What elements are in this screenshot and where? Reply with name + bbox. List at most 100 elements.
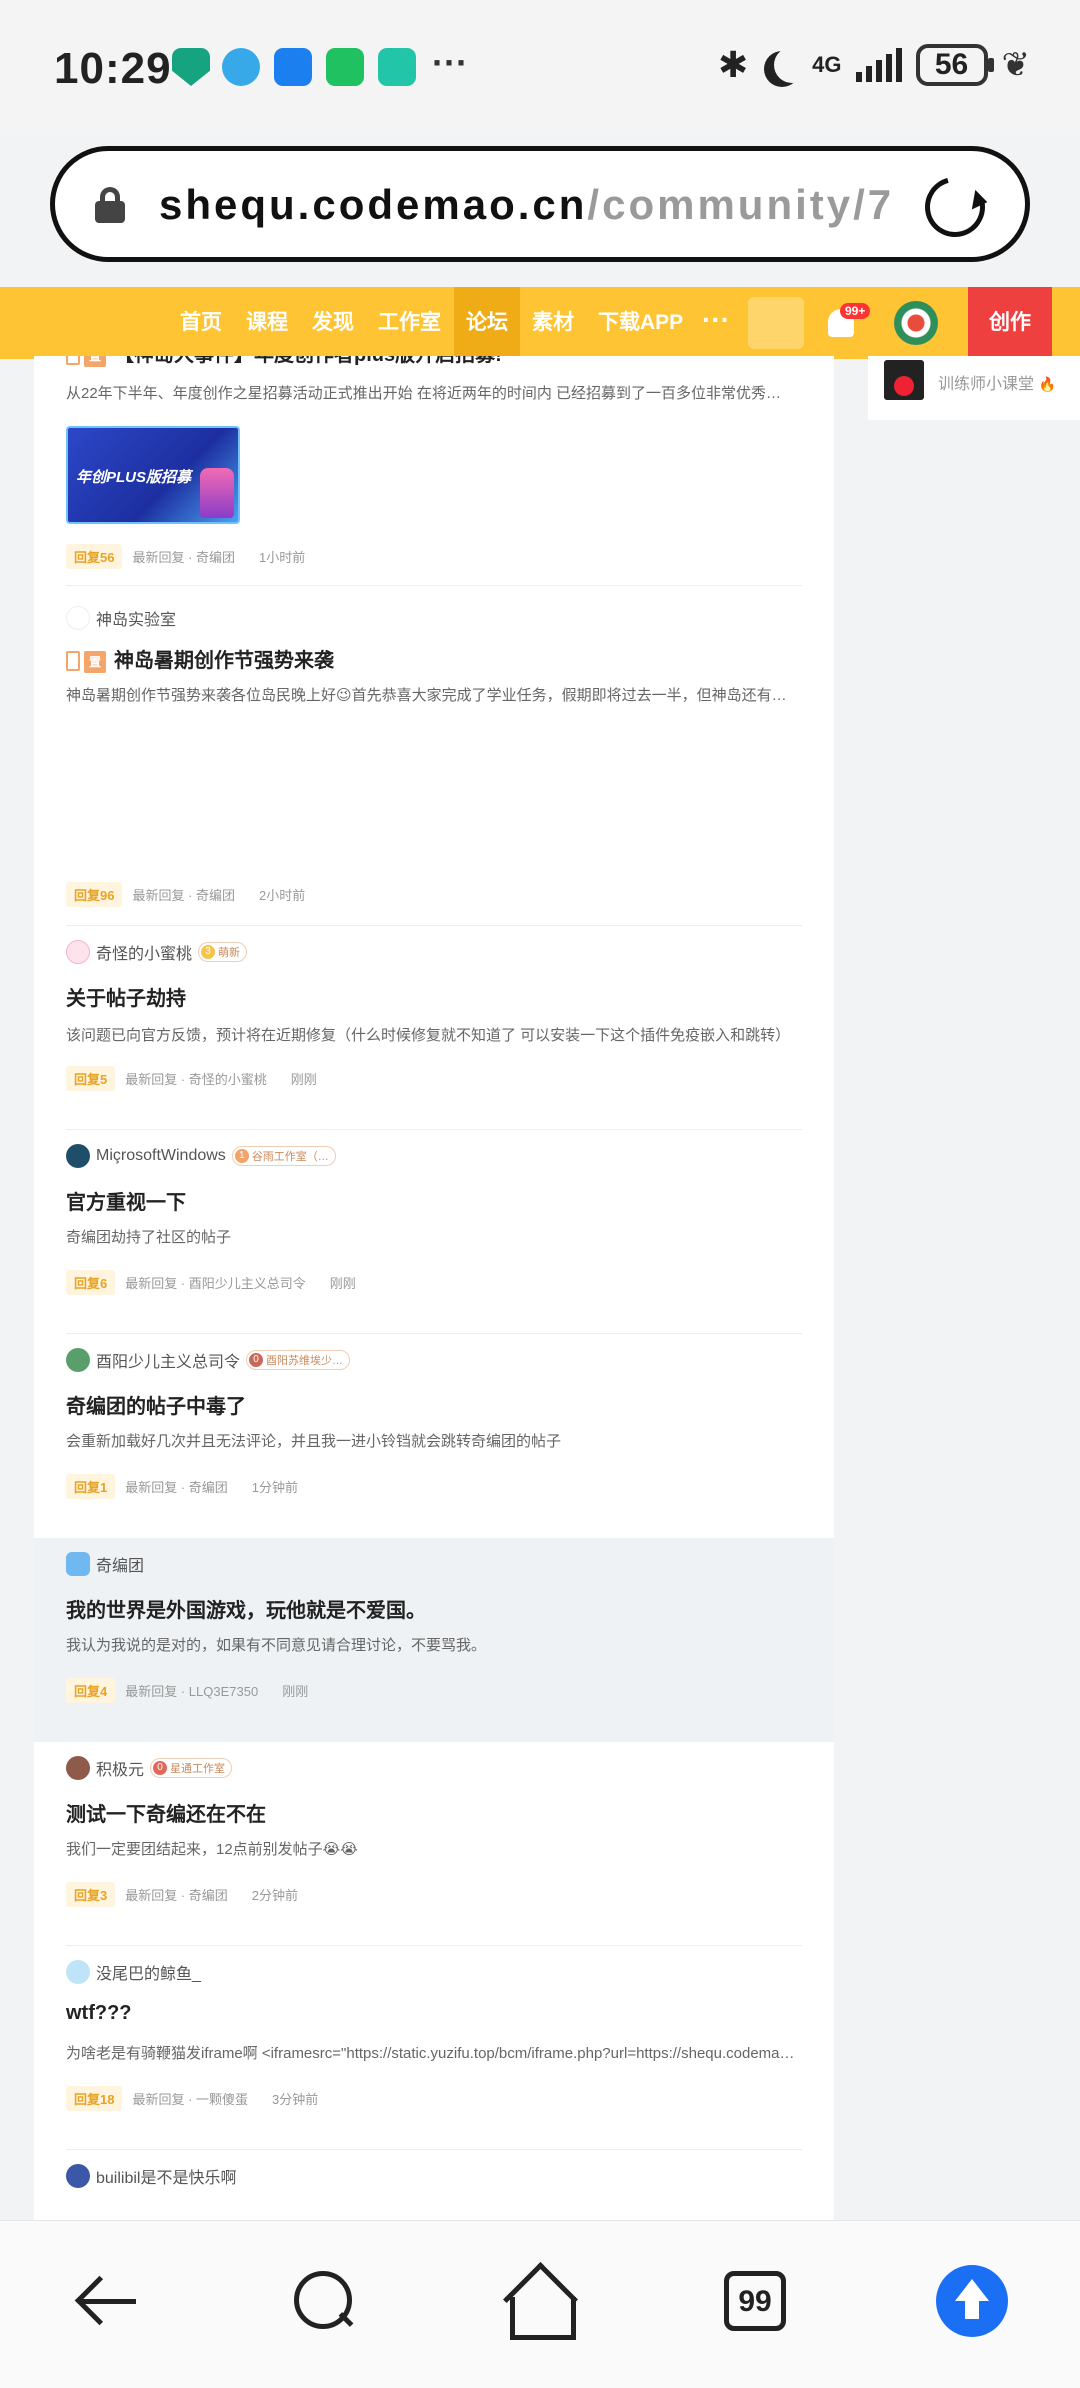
- nav-item-courses[interactable]: 课程: [246, 287, 288, 359]
- post-author[interactable]: 没尾巴的鲸鱼_: [66, 1960, 201, 1984]
- nav-item-home[interactable]: 首页: [180, 287, 222, 359]
- post-author[interactable]: 神岛实验室: [66, 606, 176, 630]
- nav-item-download-app[interactable]: 下载APP: [598, 287, 683, 359]
- post-feed: 置【神岛大事件】年度创作者plus版开启招募! 从22年下半年、年度创作之星招募…: [34, 356, 834, 2220]
- author-avatar: [66, 1552, 90, 1576]
- latest-reply: 最新回复 · 酉阳少儿主义总司令: [125, 1275, 306, 1291]
- post-item[interactable]: 酉阳少儿主义总司令 0 酉阳苏维埃少… 奇编团的帖子中毒了 会重新加载好几次并且无…: [34, 1334, 834, 1538]
- author-name: 奇编团: [96, 1558, 145, 1575]
- author-avatar: [66, 1756, 90, 1780]
- reply-count: 回复4: [66, 1677, 116, 1703]
- post-meta: 回复6 最新回复 · 酉阳少儿主义总司令 刚刚: [66, 1269, 356, 1295]
- music-app-icon: [222, 48, 260, 86]
- post-item[interactable]: 没尾巴的鲸鱼_ wtf??? 为啥老是有骑鞭猫发iframe啊 <iframes…: [34, 1946, 834, 2150]
- lock-icon[interactable]: [95, 187, 125, 223]
- post-item[interactable]: 置【神岛大事件】年度创作者plus版开启招募! 从22年下半年、年度创作之星招募…: [34, 356, 834, 586]
- nav-item-materials[interactable]: 素材: [532, 287, 574, 359]
- post-item[interactable]: 积极元 0 星通工作室 测试一下奇编还在不在 我们一定要团结起来，12点前别发帖子…: [34, 1742, 834, 1946]
- post-title[interactable]: 官方重视一下: [66, 1186, 186, 1215]
- post-spacer: [34, 790, 834, 926]
- tag-label: 谷雨工作室（…: [251, 1151, 329, 1163]
- side-label-text: 训练师小课堂: [938, 376, 1035, 393]
- nav-item-forum[interactable]: 论坛: [454, 287, 520, 359]
- post-title[interactable]: 置神岛暑期创作节强势来袭: [66, 644, 334, 673]
- tag-number: 3: [201, 945, 216, 959]
- post-time: 2分钟前: [251, 1887, 299, 1903]
- reply-count: 回复3: [66, 1881, 116, 1907]
- side-recommend-card[interactable]: 训练师小课堂 🔥: [868, 356, 1080, 420]
- do-not-disturb-icon: [774, 47, 810, 83]
- tag-number: 0: [153, 1761, 168, 1775]
- pinned-badge: 置: [84, 650, 106, 673]
- post-title[interactable]: 置【神岛大事件】年度创作者plus版开启招募!: [66, 356, 502, 367]
- flag-icon: [66, 356, 80, 365]
- post-author[interactable]: builibil是不是快乐啊: [66, 2164, 236, 2188]
- tag-number: 0: [249, 1353, 264, 1367]
- home-icon[interactable]: [500, 2261, 580, 2341]
- url-host: shequ.codemao.cn: [159, 181, 588, 228]
- reply-count: 回复56: [66, 543, 123, 569]
- post-item[interactable]: MiçrosoftWindows 1 谷雨工作室（… 官方重视一下 奇编团劫持了社…: [34, 1130, 834, 1334]
- author-name: 神岛实验室: [96, 612, 177, 629]
- post-excerpt: 该问题已向官方反馈，预计将在近期修复（什么时候修复就不知道了 可以安装一下这个插…: [66, 1027, 791, 1044]
- author-name: 积极元: [96, 1762, 145, 1779]
- create-button[interactable]: 创作: [968, 287, 1052, 359]
- latest-reply: 最新回复 · 奇编团: [132, 549, 236, 565]
- post-title[interactable]: wtf???: [66, 2002, 132, 2025]
- post-title[interactable]: 奇编团的帖子中毒了: [66, 1390, 246, 1419]
- post-time: 刚刚: [290, 1071, 317, 1087]
- nav-item-studio[interactable]: 工作室: [378, 287, 441, 359]
- latest-reply: 最新回复 · 奇编团: [125, 1887, 228, 1903]
- post-author[interactable]: 酉阳少儿主义总司令 0 酉阳苏维埃少…: [66, 1348, 351, 1372]
- power-saving-icon: ❦: [1001, 46, 1031, 84]
- url-path: /community/7: [587, 181, 895, 228]
- battery-icon: 56: [915, 44, 994, 86]
- site-nav: 首页 课程 发现 工作室 论坛 素材 下载APP ··· 99+ 创作: [0, 287, 1080, 359]
- network-type: 4G: [812, 52, 842, 77]
- post-author[interactable]: 积极元 0 星通工作室: [66, 1756, 233, 1780]
- side-label: 训练师小课堂 🔥: [938, 370, 1056, 394]
- author-avatar: [66, 1960, 90, 1984]
- side-thumbnail: [884, 360, 924, 400]
- back-icon[interactable]: [68, 2261, 148, 2341]
- url-text[interactable]: shequ.codemao.cn/community/7: [159, 181, 949, 229]
- browser-bottom-nav: 99: [0, 2220, 1080, 2388]
- post-title[interactable]: 我的世界是外国游戏，玩他就是不爱国。: [66, 1594, 426, 1623]
- more-notifications-icon: ···: [432, 42, 468, 83]
- post-author[interactable]: MiçrosoftWindows 1 谷雨工作室（…: [66, 1144, 336, 1168]
- user-avatar[interactable]: [894, 301, 938, 345]
- nav-more-icon[interactable]: ···: [702, 287, 730, 353]
- post-item[interactable]: builibil是不是快乐啊: [34, 2150, 834, 2220]
- post-time: 1分钟前: [251, 1479, 299, 1495]
- reload-icon[interactable]: [914, 166, 996, 248]
- post-author[interactable]: 奇编团: [66, 1552, 144, 1576]
- post-time: 刚刚: [329, 1275, 356, 1291]
- post-title[interactable]: 测试一下奇编还在不在: [66, 1798, 266, 1827]
- post-excerpt: 神岛暑期创作节强势来袭各位岛民晚上好😉首先恭喜大家完成了学业任务，假期即将过去一…: [66, 687, 796, 704]
- tabs-button[interactable]: 99: [716, 2261, 796, 2341]
- post-title[interactable]: 关于帖子劫持: [66, 982, 186, 1011]
- tabs-count: 99: [724, 2271, 786, 2331]
- post-time: 刚刚: [282, 1683, 309, 1699]
- post-item[interactable]: 神岛实验室 置神岛暑期创作节强势来袭 神岛暑期创作节强势来袭各位岛民晚上好😉首先…: [34, 586, 834, 907]
- wechat-app-icon: [326, 48, 364, 86]
- status-time: 10:29: [54, 44, 172, 93]
- address-bar[interactable]: shequ.codemao.cn/community/7: [50, 146, 1030, 262]
- search-icon[interactable]: [286, 2261, 366, 2341]
- scroll-top-icon[interactable]: [936, 2265, 1008, 2337]
- post-item[interactable]: 奇怪的小蜜桃 3 萌新 关于帖子劫持 该问题已向官方反馈，预计将在近期修复（什么时…: [34, 926, 834, 1130]
- author-avatar: [66, 1348, 90, 1372]
- post-excerpt: 会重新加载好几次并且无法评论，并且我一进小铃铛就会跳转奇编团的帖子: [66, 1433, 562, 1450]
- author-name: 酉阳少儿主义总司令: [96, 1354, 241, 1371]
- post-title-text: 【神岛大事件】年度创作者plus版开启招募!: [114, 356, 502, 366]
- browser-app-icon: [274, 48, 312, 86]
- post-author[interactable]: 奇怪的小蜜桃 3 萌新: [66, 940, 248, 964]
- notification-badge: 99+: [840, 303, 871, 319]
- latest-reply: 最新回复 · LLQ3E7350: [125, 1683, 259, 1699]
- author-name: builibil是不是快乐啊: [96, 2170, 237, 2187]
- nav-item-discover[interactable]: 发现: [312, 287, 354, 359]
- post-excerpt: 为啥老是有骑鞭猫发iframe啊 <iframesrc="https://sta…: [66, 2045, 796, 2062]
- post-banner-image[interactable]: 年创PLUS版招募: [66, 426, 240, 524]
- nav-search-box[interactable]: [748, 297, 804, 349]
- post-item-highlighted[interactable]: 奇编团 我的世界是外国游戏，玩他就是不爱国。 我认为我说的是对的，如果有不同意见…: [34, 1538, 834, 1742]
